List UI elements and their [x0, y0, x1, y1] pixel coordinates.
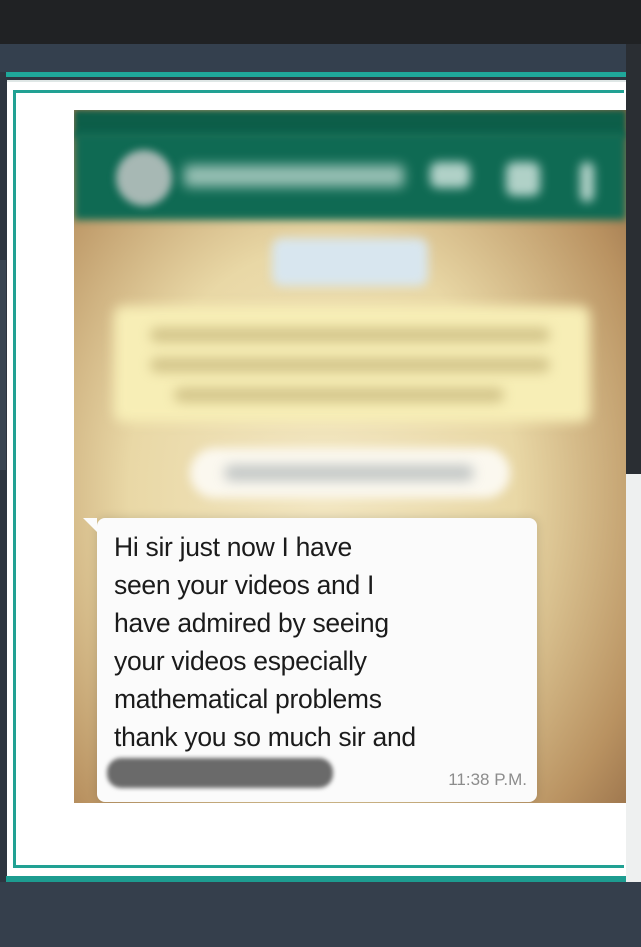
- message-line: seen your videos and I: [114, 570, 375, 600]
- contact-name-redacted: [184, 165, 404, 187]
- avatar: [116, 150, 172, 206]
- more-menu-icon: [580, 162, 594, 202]
- redaction-scribble: [107, 758, 333, 788]
- message-line: your videos especially: [114, 646, 367, 676]
- message-line: Hi sir just now I have: [114, 532, 352, 562]
- message-bubble: Hi sir just now I have seen your videos …: [83, 518, 537, 802]
- right-edge-lower: [626, 474, 641, 947]
- date-chip: [272, 238, 428, 286]
- top-band: [0, 44, 641, 72]
- notice-text-blur: [174, 388, 504, 402]
- left-edge: [0, 260, 6, 470]
- right-edge: [626, 44, 641, 474]
- message-line: thank you so much sir and: [114, 722, 416, 752]
- video-call-icon: [430, 162, 470, 188]
- message-timestamp: 11:38 P.M.: [448, 770, 527, 789]
- top-accent-line: [6, 72, 636, 77]
- message-line: have admired by seeing: [114, 608, 389, 638]
- message-line: mathematical problems: [114, 684, 382, 714]
- chat-screenshot: Hi sir just now I have seen your videos …: [74, 110, 626, 803]
- unread-label-blur: [224, 465, 474, 481]
- top-dark-bar: [0, 0, 641, 44]
- notice-text-blur: [150, 328, 550, 342]
- voice-call-icon: [506, 162, 540, 196]
- notice-text-blur: [150, 358, 550, 372]
- bottom-band: [0, 882, 641, 947]
